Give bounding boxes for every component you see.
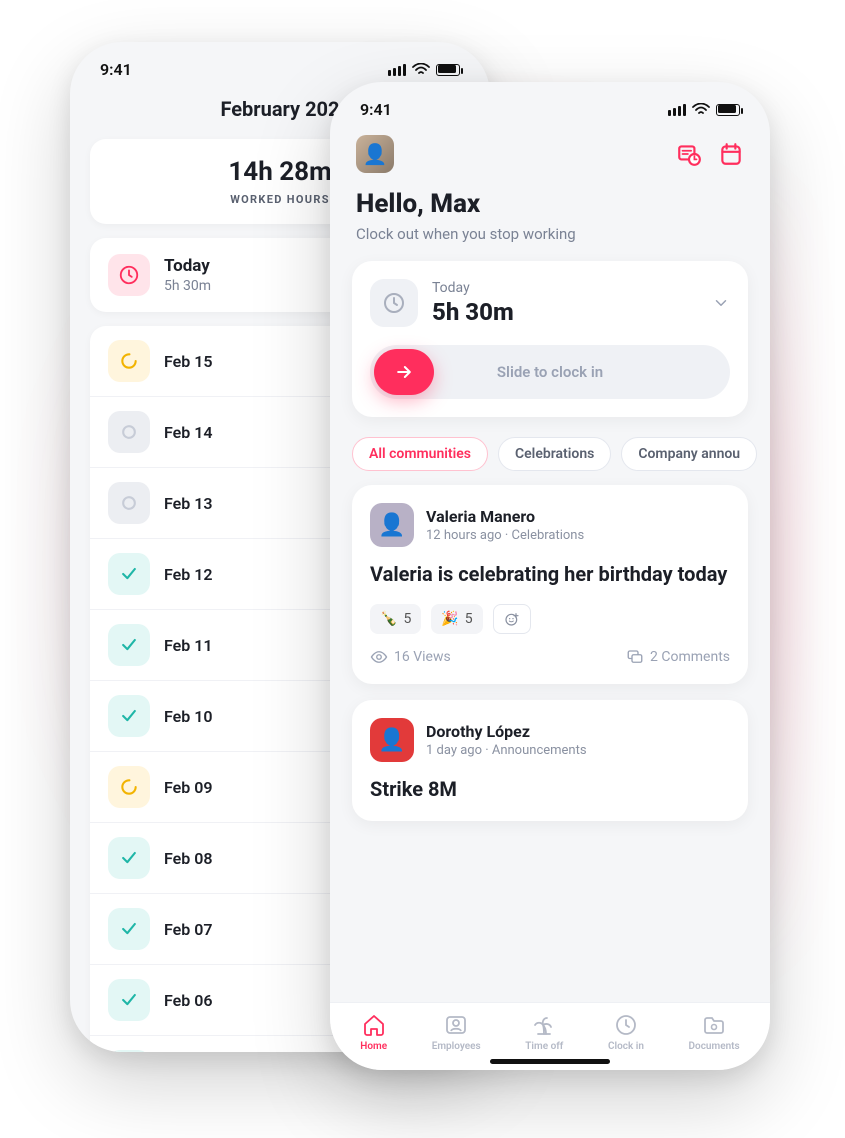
day-date: Feb 09 [164, 778, 213, 797]
tab-clock-in[interactable]: Clock in [608, 1013, 644, 1052]
tab-label: Clock in [608, 1041, 644, 1052]
day-date: Feb 12 [164, 565, 213, 584]
empty-icon [108, 482, 150, 524]
clock-icon [614, 1013, 638, 1037]
tab-home[interactable]: Home [360, 1013, 387, 1052]
avatar[interactable]: 👤 [356, 135, 394, 173]
cellular-icon [668, 104, 686, 116]
home-indicator [490, 1059, 610, 1064]
post-author: Dorothy López [426, 722, 587, 741]
check-icon [108, 624, 150, 666]
add-reaction[interactable] [493, 604, 531, 634]
tab-label: Time off [525, 1041, 563, 1052]
tab-time-off[interactable]: Time off [525, 1013, 563, 1052]
filter-chip[interactable]: All communities [352, 437, 488, 471]
time-card-icon[interactable] [676, 141, 702, 167]
post-meta: 1 day ago · Announcements [426, 743, 587, 758]
reaction[interactable]: 🎉5 [431, 604, 482, 634]
palm-icon [532, 1013, 556, 1037]
status-indicators [668, 103, 740, 117]
filter-chips: All communities Celebrations Company annou [330, 417, 770, 485]
eye-icon [370, 648, 388, 666]
tab-employees[interactable]: Employees [432, 1013, 481, 1052]
day-date: Feb 14 [164, 423, 213, 442]
today-duration: 5h 30m [164, 278, 211, 294]
folder-icon [702, 1013, 726, 1037]
slide-to-clock-in[interactable]: Slide to clock in [370, 345, 730, 399]
slide-text: Slide to clock in [370, 363, 730, 381]
post-card[interactable]: 👤 Valeria Manero 12 hours ago · Celebratio… [352, 485, 748, 684]
post-avatar[interactable]: 👤 [370, 718, 414, 762]
greeting-sub: Clock out when you stop working [356, 225, 744, 243]
pending-icon [108, 766, 150, 808]
users-icon [444, 1013, 468, 1037]
views: 16 Views [370, 648, 451, 666]
comments[interactable]: 2 Comments [626, 648, 730, 666]
status-time: 9:41 [100, 60, 132, 79]
post-title: Strike 8M [370, 776, 730, 803]
calendar-icon[interactable] [718, 141, 744, 167]
battery-icon [436, 64, 460, 76]
home-icon [362, 1013, 386, 1037]
status-indicators [388, 63, 460, 77]
status-bar: 9:41 [330, 82, 770, 129]
check-icon [108, 695, 150, 737]
tab-label: Employees [432, 1041, 481, 1052]
tab-label: Documents [689, 1041, 740, 1052]
day-date: Feb 11 [164, 636, 213, 655]
check-icon [108, 908, 150, 950]
clock-icon [370, 279, 418, 327]
filter-chip[interactable]: Celebrations [498, 437, 611, 471]
post-footer: 16 Views 2 Comments [370, 648, 730, 666]
wifi-icon [692, 103, 710, 117]
phone-right: 9:41 👤 Hello, Max Clock out when you sto… [330, 82, 770, 1070]
comments-icon [626, 648, 644, 666]
post-author: Valeria Manero [426, 507, 584, 526]
clock-value: 5h 30m [432, 298, 514, 326]
post-meta: 12 hours ago · Celebrations [426, 528, 584, 543]
day-date: Feb 07 [164, 920, 213, 939]
status-time: 9:41 [360, 100, 392, 119]
reaction[interactable]: 🍾5 [370, 604, 421, 634]
post-avatar[interactable]: 👤 [370, 503, 414, 547]
battery-icon [716, 104, 740, 116]
clock-card: Today 5h 30m Slide to clock in [352, 261, 748, 417]
post-title: Valeria is celebrating her birthday toda… [370, 561, 730, 588]
wifi-icon [412, 63, 430, 77]
day-date: Feb 10 [164, 707, 213, 726]
check-icon [108, 979, 150, 1021]
day-date: Feb 13 [164, 494, 213, 513]
clock-icon [108, 254, 150, 296]
today-label: Today [164, 256, 211, 276]
day-date: Feb 06 [164, 991, 213, 1010]
pending-icon [108, 340, 150, 382]
chevron-down-icon[interactable] [712, 294, 730, 312]
day-date: Feb 08 [164, 849, 213, 868]
greeting: Hello, Max [356, 189, 744, 219]
post-card[interactable]: 👤 Dorothy López 1 day ago · Announcements S… [352, 700, 748, 821]
tab-documents[interactable]: Documents [689, 1013, 740, 1052]
clock-label: Today [432, 280, 514, 296]
cellular-icon [388, 64, 406, 76]
empty-icon [108, 411, 150, 453]
check-icon [108, 553, 150, 595]
check-icon [108, 837, 150, 879]
tab-label: Home [360, 1041, 387, 1052]
reactions: 🍾5 🎉5 [370, 604, 730, 634]
filter-chip[interactable]: Company annou [621, 437, 757, 471]
day-date: Feb 15 [164, 352, 213, 371]
